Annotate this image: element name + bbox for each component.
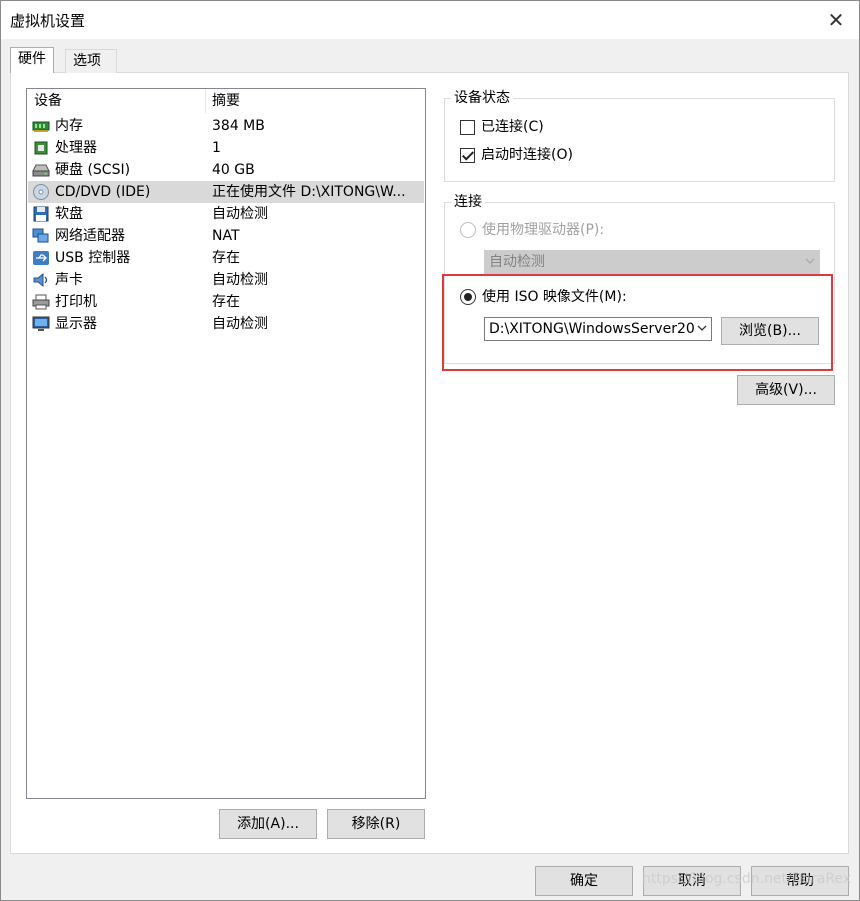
processor-icon [34,141,48,155]
column-header-summary[interactable]: 摘要 [205,89,240,113]
device-row-processor[interactable]: 处理器 1 [28,137,424,159]
device-name: 处理器 [55,140,97,156]
device-summary: 存在 [212,250,240,266]
tab-options[interactable]: 选项 [65,49,117,73]
device-name: 打印机 [55,294,97,310]
device-summary: 正在使用文件 D:\XITONG\W... [212,184,406,200]
device-row-cd-dvd[interactable]: CD/DVD (IDE) 正在使用文件 D:\XITONG\W... [28,181,424,203]
device-name: CD/DVD (IDE) [55,184,151,200]
connect-at-power-on-checkbox[interactable] [460,147,475,163]
usb-icon [33,251,49,265]
device-status-group [444,98,835,182]
device-summary: 384 MB [212,118,265,134]
physical-drive-label: 使用物理驱动器(P): [482,222,605,238]
sound-card-icon [33,272,48,288]
device-summary: 存在 [212,294,240,310]
device-summary: 自动检测 [212,316,268,332]
physical-drive-radio[interactable] [460,222,476,238]
device-row-sound-card[interactable]: 声卡 自动检测 [28,269,424,291]
device-row-usb-controller[interactable]: USB 控制器 存在 [28,247,424,269]
device-status-title: 设备状态 [451,89,513,107]
device-name: 网络适配器 [55,228,125,244]
device-row-hard-disk[interactable]: 硬盘 (SCSI) 40 GB [28,159,424,181]
device-row-memory[interactable]: 内存 384 MB [28,115,424,137]
watermark-text: https://blog.csdn.net/DoraRex [642,871,852,887]
connected-checkbox[interactable] [460,119,475,135]
close-icon: ✕ [827,8,845,32]
connect-at-power-on-checkbox-row[interactable]: 启动时连接(O) [460,145,573,165]
window-title: 虚拟机设置 [10,12,86,30]
close-button[interactable]: ✕ [813,1,859,39]
device-summary: 1 [212,140,221,156]
vm-settings-dialog: 虚拟机设置 ✕ 硬件 选项 设备 摘要 内存 384 MB 处理器 1 硬盘 (… [0,0,860,901]
cd-dvd-icon [33,184,49,200]
device-summary: 40 GB [212,162,255,178]
connected-checkbox-row[interactable]: 已连接(C) [460,117,544,137]
hard-disk-icon [32,164,50,177]
add-device-button[interactable]: 添加(A)... [219,809,317,839]
physical-drive-value: 自动检测 [489,254,545,270]
device-name: 软盘 [55,206,83,222]
physical-drive-radio-row[interactable]: 使用物理驱动器(P): [460,220,604,240]
connect-at-power-on-label: 启动时连接(O) [481,147,573,163]
title-bar: 虚拟机设置 ✕ [1,1,859,39]
connection-title: 连接 [451,193,485,211]
device-name: 内存 [55,118,83,134]
device-name: 声卡 [55,272,83,288]
display-icon [32,316,50,331]
network-adapter-icon [32,228,49,243]
chevron-down-icon [805,258,815,264]
connected-label: 已连接(C) [481,119,544,135]
device-summary: NAT [212,228,240,244]
column-header-device[interactable]: 设备 [27,89,62,113]
device-name: USB 控制器 [55,250,131,266]
device-summary: 自动检测 [212,272,268,288]
device-list-header: 设备 摘要 [27,89,425,113]
device-row-network-adapter[interactable]: 网络适配器 NAT [28,225,424,247]
ok-button[interactable]: 确定 [535,866,633,896]
floppy-icon [33,206,49,222]
device-row-display[interactable]: 显示器 自动检测 [28,313,424,335]
device-name: 硬盘 (SCSI) [55,162,131,178]
advanced-button[interactable]: 高级(V)... [737,375,835,405]
device-summary: 自动检测 [212,206,268,222]
printer-icon [32,294,50,310]
physical-drive-select[interactable]: 自动检测 [484,250,820,274]
device-row-printer[interactable]: 打印机 存在 [28,291,424,313]
tab-hardware[interactable]: 硬件 [10,47,54,73]
device-row-floppy[interactable]: 软盘 自动检测 [28,203,424,225]
highlight-annotation [442,274,833,371]
device-name: 显示器 [55,316,97,332]
memory-icon [32,121,50,132]
remove-device-button[interactable]: 移除(R) [327,809,425,839]
device-list[interactable]: 设备 摘要 内存 384 MB 处理器 1 硬盘 (SCSI) 40 GB CD… [26,88,426,799]
